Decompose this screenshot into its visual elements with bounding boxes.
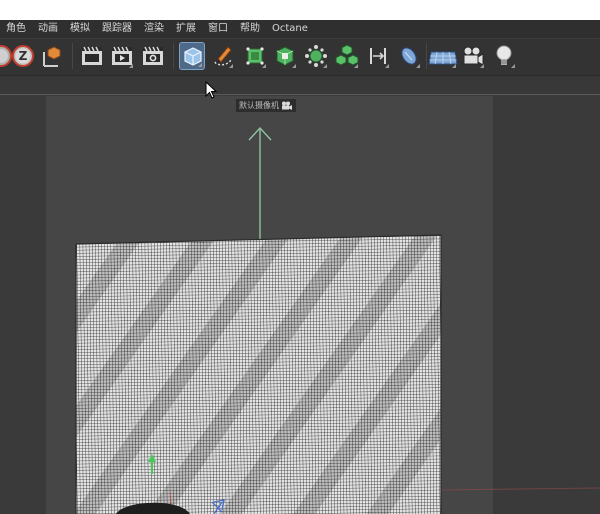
toolbar-separator [72,43,73,69]
coordinate-system-icon [43,46,61,67]
menu-render[interactable]: 渲染 [138,20,170,38]
menu-help[interactable]: 帮助 [234,20,266,38]
viewport-scene [75,126,600,514]
extrude-button[interactable] [272,42,298,70]
menu-character[interactable]: 角色 [0,20,32,38]
render-view-button[interactable] [79,42,105,70]
render-settings-icon [143,46,163,65]
light-button[interactable] [491,42,517,70]
menu-simulate[interactable]: 模拟 [64,20,96,38]
main-toolbar: Z [0,39,600,75]
render-view-icon [82,46,102,65]
cube-icon [184,47,202,66]
render-to-picture-viewer-button[interactable] [109,42,135,70]
mouse-cursor-icon [205,81,217,99]
y-axis-arrow [248,126,272,242]
field-button[interactable] [396,42,422,70]
render-settings-button[interactable] [140,42,166,70]
subdivision-surface-button[interactable] [242,42,268,70]
viewport-header-strip [0,75,600,95]
perspective-viewport[interactable]: 默认摄像机 [0,96,600,514]
x-axis-guide [439,487,600,491]
cube-primitive-button[interactable] [179,42,205,70]
coordinate-system-button[interactable] [38,42,64,70]
mograph-cloner-button[interactable] [334,42,360,70]
cinema4d-app: 角色 动画 模拟 跟踪器 渲染 扩展 窗口 帮助 Octane Z 默认摄像机 [0,20,600,514]
toolbar-separator [426,43,427,69]
menu-octane[interactable]: Octane [266,20,314,38]
menu-tracker[interactable]: 跟踪器 [96,20,138,38]
menu-window[interactable]: 窗口 [202,20,234,38]
deformer-button[interactable] [365,42,391,70]
axis-z-button[interactable]: Z [10,42,36,70]
menu-bar: 角色 动画 模拟 跟踪器 渲染 扩展 窗口 帮助 Octane [0,20,600,38]
pen-tool-button[interactable] [209,42,235,70]
floor-button[interactable] [428,42,458,70]
camera-button[interactable] [460,42,486,70]
array-button[interactable] [303,42,329,70]
toolbar-separator [173,43,174,69]
wireframe-plane[interactable] [75,234,442,514]
menu-extensions[interactable]: 扩展 [170,20,202,38]
axis-z-label: Z [18,49,28,63]
menu-animation[interactable]: 动画 [32,20,64,38]
